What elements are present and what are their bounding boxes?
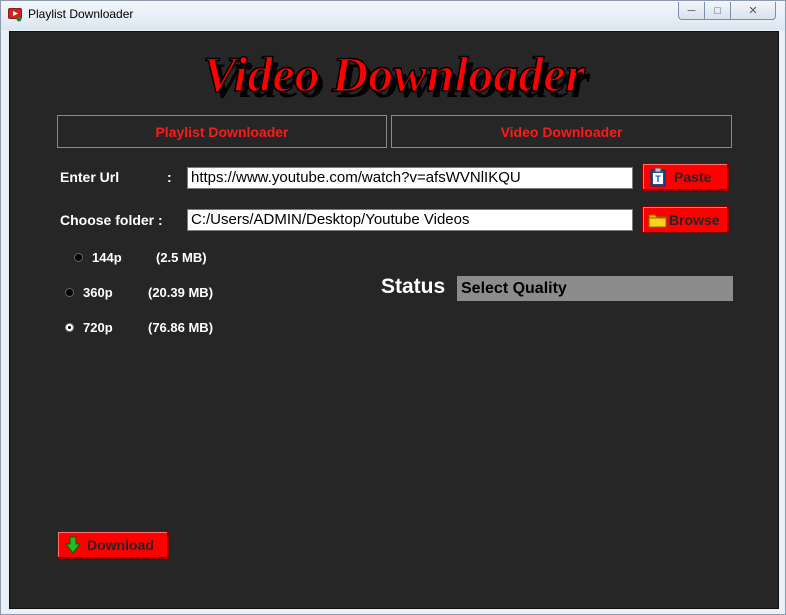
title-bar[interactable]: Playlist Downloader ─ □ ✕ (1, 1, 785, 30)
logo-text: Video Downloader (203, 46, 586, 102)
tab-video-label: Video Downloader (500, 123, 623, 140)
url-label: Enter Url (60, 169, 120, 185)
radio-360p[interactable] (65, 288, 74, 297)
url-colon: : (167, 169, 172, 185)
status-label: Status (381, 275, 446, 298)
app-window: Playlist Downloader ─ □ ✕ Video Download… (0, 0, 786, 615)
url-input[interactable]: https://www.youtube.com/watch?v=afsWVNlI… (187, 167, 633, 189)
paste-label: Paste (674, 169, 712, 185)
close-button[interactable]: ✕ (730, 2, 776, 20)
close-icon: ✕ (748, 5, 758, 17)
radio-144p[interactable] (74, 253, 83, 262)
maximize-button[interactable]: □ (704, 2, 731, 20)
quality-144p-size: (2.5 MB) (156, 250, 207, 265)
clipboard-icon: T (650, 167, 666, 187)
minimize-button[interactable]: ─ (678, 2, 705, 20)
download-button[interactable]: Download (57, 531, 169, 559)
youtube-app-icon (8, 8, 22, 22)
main-panel: Video Downloader Video Downloader Playli… (9, 31, 779, 609)
quality-720p-size: (76.86 MB) (148, 320, 214, 335)
maximize-icon: □ (714, 4, 721, 17)
browse-button[interactable]: Browse (642, 206, 729, 234)
folder-icon (648, 214, 667, 228)
tab-video-downloader[interactable]: Video Downloader (391, 115, 732, 148)
quality-144p-label: 144p (92, 250, 122, 265)
tab-playlist-downloader[interactable]: Playlist Downloader (57, 115, 387, 148)
status-value: Select Quality (457, 276, 733, 301)
quality-360p-label: 360p (83, 285, 113, 300)
quality-720p-label: 720p (83, 320, 113, 335)
browse-label: Browse (669, 212, 720, 228)
logo-title: Video Downloader Video Downloader (202, 45, 590, 108)
window-title: Playlist Downloader (28, 7, 134, 21)
folder-input[interactable]: C:/Users/ADMIN/Desktop/Youtube Videos (187, 209, 633, 231)
folder-label: Choose folder : (60, 212, 163, 228)
download-label: Download (87, 537, 154, 553)
svg-text:T: T (655, 174, 661, 184)
minimize-icon: ─ (687, 4, 696, 17)
down-arrow-icon (64, 536, 82, 554)
tab-playlist-label: Playlist Downloader (155, 123, 289, 140)
radio-720p[interactable] (65, 323, 74, 332)
quality-360p-size: (20.39 MB) (148, 285, 214, 300)
paste-button[interactable]: T Paste (642, 163, 729, 191)
